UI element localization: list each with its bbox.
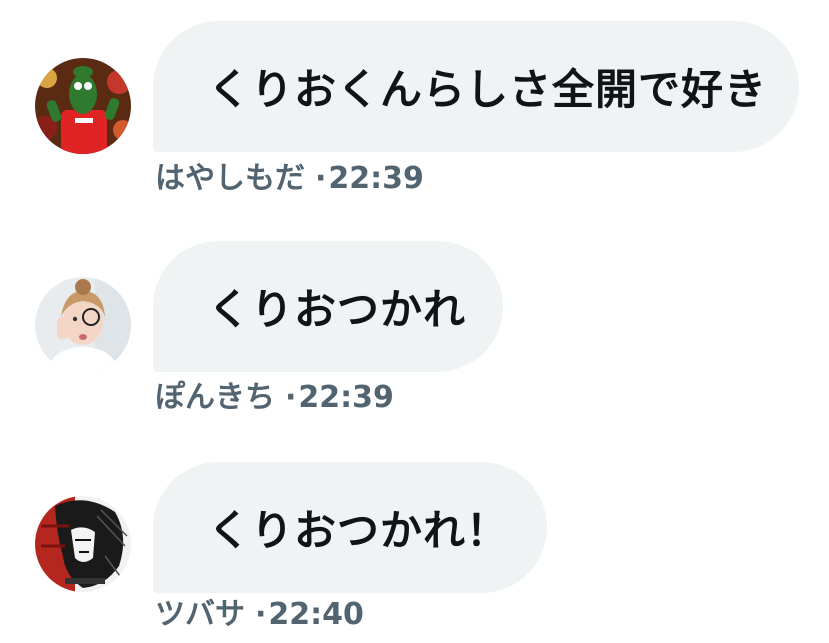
message-text: くりおつかれ [208,285,467,334]
dm-thread: くりおくんらしさ全開で好き はやしもだ ·22:39 くりおつかれ ぽんきち ·… [0,0,829,643]
message-bubble[interactable]: くりおくんらしさ全開で好き [153,21,799,152]
message-meta: ツバサ ·22:40 [155,597,364,633]
mascot-avatar-icon[interactable] [35,58,131,154]
message-text: くりおつかれ！ [208,506,510,555]
message-time: 22:39 [328,161,424,196]
author-name[interactable]: ぽんきち [155,380,275,415]
message-meta: ぽんきち ·22:39 [155,380,394,416]
message-bubble[interactable]: くりおつかれ！ [153,462,547,593]
meta-separator: · [285,380,297,415]
sketch-portrait-avatar-icon[interactable] [35,496,131,592]
meta-separator: · [255,597,267,632]
meta-separator: · [315,161,327,196]
message-item: くりおつかれ！ ツバサ ·22:40 [0,440,829,640]
message-time: 22:39 [298,380,394,415]
girl-photo-avatar-icon[interactable] [35,277,131,373]
message-time: 22:40 [268,597,364,632]
message-item: くりおくんらしさ全開で好き はやしもだ ·22:39 [0,0,829,200]
message-item: くりおつかれ ぽんきち ·22:39 [0,220,829,420]
message-bubble[interactable]: くりおつかれ [153,241,503,372]
author-name[interactable]: ツバサ [155,597,245,632]
author-name[interactable]: はやしもだ [155,161,305,196]
message-meta: はやしもだ ·22:39 [155,161,424,197]
message-text: くりおくんらしさ全開で好き [208,65,768,114]
